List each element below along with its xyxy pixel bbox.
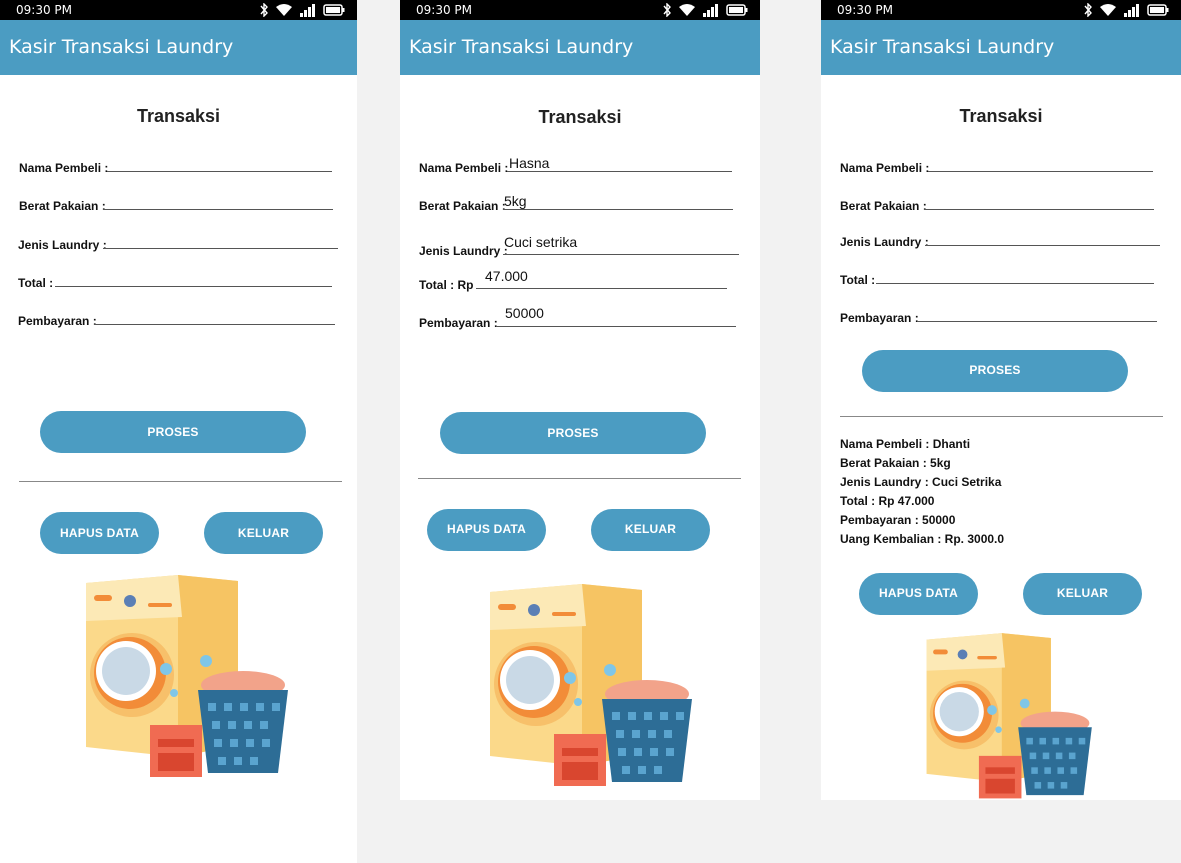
divider [418, 478, 741, 479]
proses-button[interactable]: PROSES [40, 411, 306, 453]
label-pembayaran: Pembayaran : [18, 314, 97, 328]
wifi-icon [1100, 4, 1116, 16]
label-berat-pakaian: Berat Pakaian : [19, 199, 106, 213]
app-bar: Kasir Transaksi Laundry [821, 20, 1181, 75]
value-total[interactable]: 47.000 [485, 268, 528, 284]
label-total: Total : Rp [419, 278, 474, 292]
washing-machine-illustration [926, 633, 1092, 799]
input-nama-pembeli[interactable] [107, 171, 332, 172]
screen-empty-form: 09:30 PM Kasir Transaksi Laundry Transak… [0, 0, 357, 863]
page-title: Transaksi [136, 106, 221, 126]
proses-button[interactable]: PROSES [440, 412, 706, 454]
value-nama-pembeli[interactable]: Hasna [509, 155, 549, 171]
washing-machine-illustration [490, 584, 692, 786]
screen-result: 09:30 PM Kasir Transaksi Laundry Transak… [821, 0, 1181, 800]
value-jenis-laundry[interactable]: Cuci setrika [504, 234, 577, 250]
input-nama-pembeli[interactable] [507, 171, 732, 172]
input-berat-pakaian[interactable] [924, 209, 1154, 210]
input-pembayaran[interactable] [917, 321, 1157, 322]
label-pembayaran: Pembayaran : [840, 311, 919, 325]
keluar-button[interactable]: KELUAR [591, 509, 710, 551]
result-nama-pembeli: Nama Pembeli : Dhanti [840, 437, 971, 451]
hapus-data-button[interactable]: HAPUS DATA [40, 512, 159, 554]
page-title: Transaksi [538, 107, 622, 127]
bluetooth-icon [1084, 3, 1092, 17]
label-nama-pembeli: Nama Pembeli : [840, 161, 930, 175]
bluetooth-icon [260, 3, 268, 17]
result-uang-kembalian: Uang Kembalian : Rp. 3000.0 [840, 532, 1005, 546]
result-total: Total : Rp 47.000 [840, 494, 935, 508]
divider [840, 416, 1163, 417]
status-time: 09:30 PM [837, 3, 893, 17]
divider [19, 481, 342, 482]
label-jenis-laundry: Jenis Laundry : [840, 235, 929, 249]
hapus-data-button[interactable]: HAPUS DATA [427, 509, 546, 551]
input-total[interactable] [476, 288, 727, 289]
app-bar: Kasir Transaksi Laundry [0, 20, 357, 75]
keluar-button[interactable]: KELUAR [204, 512, 323, 554]
label-jenis-laundry: Jenis Laundry : [419, 244, 508, 258]
result-jenis-laundry: Jenis Laundry : Cuci Setrika [840, 475, 1002, 489]
app-title: Kasir Transaksi Laundry [830, 36, 1055, 58]
input-pembayaran[interactable] [496, 326, 736, 327]
keluar-button[interactable]: KELUAR [1023, 573, 1142, 615]
input-jenis-laundry[interactable] [103, 248, 338, 249]
wifi-icon [276, 4, 292, 16]
status-time: 09:30 PM [416, 3, 472, 17]
status-bar: 09:30 PM [821, 0, 1181, 20]
proses-button[interactable]: PROSES [862, 350, 1128, 392]
status-bar: 09:30 PM [400, 0, 760, 20]
signal-icon [703, 4, 718, 17]
input-total[interactable] [876, 283, 1154, 284]
label-nama-pembeli: Nama Pembeli : [419, 161, 509, 175]
battery-icon [323, 4, 345, 16]
result-summary: Nama Pembeli : Dhanti Berat Pakaian : 5k… [840, 435, 1004, 549]
bluetooth-icon [663, 3, 671, 17]
status-icons [1083, 2, 1169, 18]
battery-icon [726, 4, 748, 16]
input-jenis-laundry[interactable] [503, 254, 739, 255]
status-bar: 09:30 PM [0, 0, 357, 20]
input-nama-pembeli[interactable] [928, 171, 1153, 172]
screen-filled-form: 09:30 PM Kasir Transaksi Laundry Transak… [400, 0, 760, 800]
hapus-data-button[interactable]: HAPUS DATA [859, 573, 978, 615]
signal-icon [1124, 4, 1139, 17]
result-berat-pakaian: Berat Pakaian : 5kg [840, 456, 951, 470]
label-berat-pakaian: Berat Pakaian : [840, 199, 927, 213]
label-nama-pembeli: Nama Pembeli : [19, 161, 109, 175]
status-icons [662, 2, 748, 18]
label-total: Total : [840, 273, 876, 287]
input-berat-pakaian[interactable] [103, 209, 333, 210]
label-pembayaran: Pembayaran : [419, 316, 498, 330]
status-icons [259, 2, 345, 18]
label-jenis-laundry: Jenis Laundry : [18, 238, 107, 252]
app-title: Kasir Transaksi Laundry [409, 36, 634, 58]
wifi-icon [679, 4, 695, 16]
label-total: Total : [18, 276, 54, 290]
app-title: Kasir Transaksi Laundry [9, 36, 234, 58]
washing-machine-illustration [86, 575, 288, 777]
status-time: 09:30 PM [16, 3, 72, 17]
value-pembayaran[interactable]: 50000 [505, 305, 544, 321]
battery-icon [1147, 4, 1169, 16]
page-title: Transaksi [959, 106, 1043, 126]
app-bar: Kasir Transaksi Laundry [400, 20, 760, 75]
signal-icon [300, 4, 315, 17]
value-berat-pakaian[interactable]: 5kg [504, 193, 527, 209]
input-jenis-laundry[interactable] [925, 245, 1160, 246]
label-berat-pakaian: Berat Pakaian : [419, 199, 506, 213]
input-berat-pakaian[interactable] [503, 209, 733, 210]
result-pembayaran: Pembayaran : 50000 [840, 513, 956, 527]
input-pembayaran[interactable] [94, 324, 335, 325]
input-total[interactable] [55, 286, 332, 287]
